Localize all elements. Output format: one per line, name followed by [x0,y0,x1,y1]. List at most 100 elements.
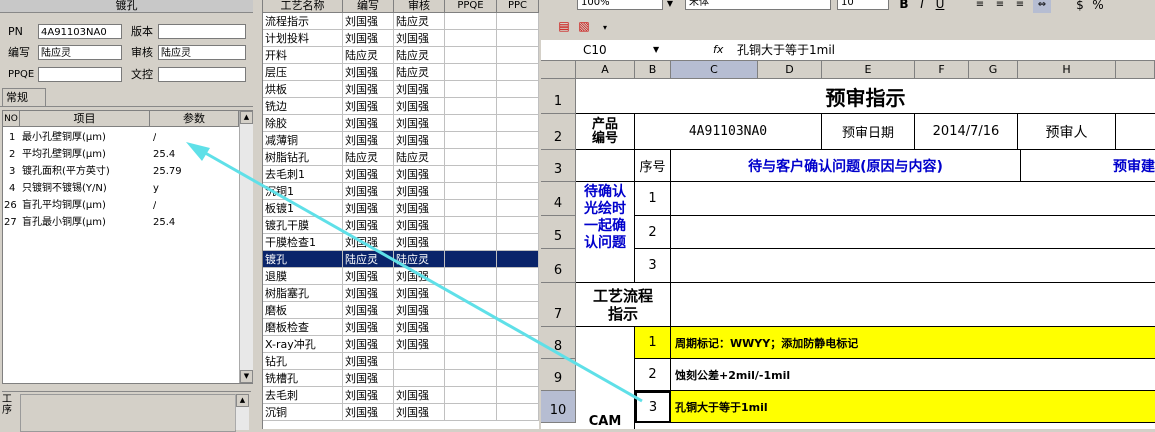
process-row[interactable]: 除胶 刘国强 刘国强 [263,115,539,132]
table-row[interactable]: 3 镀孔面积(平方英寸) 25.79 [3,163,239,180]
process-row[interactable]: 烘板 刘国强 刘国强 [263,81,539,98]
col-header-D[interactable]: D [758,61,822,79]
author-field[interactable]: 陆应灵 [38,45,122,60]
col-header-B[interactable]: B [635,61,671,79]
row-header-1[interactable]: 1 [541,79,576,114]
col-header-G[interactable]: G [969,61,1018,79]
font-select[interactable]: 宋体 [685,0,831,10]
process-row[interactable]: 开料 陆应灵 陆应灵 [263,47,539,64]
process-row[interactable]: 钻孔 刘国强 [263,353,539,370]
seq-3[interactable]: 3 [635,249,671,283]
row-header-6[interactable]: 6 [541,249,576,283]
seq-1[interactable]: 1 [635,182,671,216]
instruction-2-no[interactable]: 2 [635,359,671,391]
process-row[interactable]: 去毛刺1 刘国强 刘国强 [263,166,539,183]
row-header-5[interactable]: 5 [541,216,576,249]
currency-icon[interactable]: $ [1071,0,1089,13]
pn-field[interactable]: 4A91103NA0 [38,24,122,39]
sheet-title[interactable]: 预审指示 [576,79,1155,114]
align-center-icon[interactable]: ≡ [991,0,1009,13]
process-row[interactable]: 层压 刘国强 陆应灵 [263,64,539,81]
scroll-down-icon[interactable]: ▼ [240,370,253,383]
review-date-label[interactable]: 预审日期 [822,114,915,150]
instruction-1-text[interactable]: 周期标记：WWYY；添加防静电标记 [671,327,1155,359]
process-row[interactable]: 镀孔 陆应灵 陆应灵 [263,251,539,268]
process-row[interactable]: 铣边 刘国强 刘国强 [263,98,539,115]
name-box[interactable]: C10 ▼ [543,42,661,58]
seq-2[interactable]: 2 [635,216,671,249]
col-header-E[interactable]: E [822,61,915,79]
reviewer-value-cell[interactable] [1116,114,1155,150]
font-size-select[interactable]: 10 [837,0,889,10]
zoom-select[interactable]: 100% [577,0,663,10]
process-row[interactable]: 板镀1 刘国强 刘国强 [263,200,539,217]
col-header-next[interactable] [1116,61,1155,79]
col-header-A[interactable]: A [576,61,635,79]
process-row[interactable]: 树脂钻孔 陆应灵 陆应灵 [263,149,539,166]
col-header-reviewer[interactable]: 审核 [394,0,445,13]
instruction-3-no[interactable]: 3 [635,391,671,423]
flow-instructions-label[interactable]: 工艺流程 指示 [576,283,671,327]
reviewer-field[interactable]: 陆应灵 [158,45,246,60]
instruction-2-text[interactable]: 蚀刻公差+2mil/-1mil [671,359,1155,391]
table-row[interactable]: 4 只镀铜不镀锡(Y/N) y [3,180,239,197]
issue-1-cell[interactable] [671,182,1155,216]
pending-issues-label[interactable]: 待与客户确认问题(原因与内容) [671,150,1021,182]
process-row[interactable]: 沉铜1 刘国强 刘国强 [263,183,539,200]
process-row[interactable]: 干膜检查1 刘国强 刘国强 [263,234,539,251]
name-box-dropdown-icon[interactable]: ▼ [653,42,659,58]
product-no-value[interactable]: 4A91103NA0 [635,114,822,150]
align-right-icon[interactable]: ≡ [1011,0,1029,13]
underline-button[interactable]: U [931,0,949,12]
process-note-field[interactable] [20,394,236,432]
pdf-settings-icon[interactable]: ▧ [575,18,593,34]
doc-control-field[interactable] [158,67,246,82]
row-header-3[interactable]: 3 [541,150,576,182]
bold-button[interactable]: B [895,0,913,12]
table-row[interactable]: 27 盲孔最小铜厚(μm) 25.4 [3,214,239,231]
reviewer-label-cell[interactable]: 预审人 [1018,114,1116,150]
italic-button[interactable]: I [913,0,931,12]
process-row[interactable]: 镀孔干膜 刘国强 刘国强 [263,217,539,234]
align-left-icon[interactable]: ≡ [971,0,989,13]
zoom-dropdown-icon[interactable]: ▼ [661,0,679,12]
pre-review-label[interactable]: 预审建 [1021,150,1155,182]
percent-button[interactable]: % [1089,0,1107,13]
row-header-10[interactable]: 10 [541,391,576,423]
col-header-H[interactable]: H [1018,61,1116,79]
process-row[interactable]: 磨板检查 刘国强 刘国强 [263,319,539,336]
col-header-ppc[interactable]: PPC [497,0,539,13]
pdf-icon[interactable]: ▤ [555,18,573,34]
process-row[interactable]: 计划投料 刘国强 刘国强 [263,30,539,47]
confirm-issues-label[interactable]: 待确认 光绘时 一起确 认问题 [576,182,635,283]
scroll-up-icon[interactable]: ▲ [236,394,249,407]
formula-input[interactable]: 孔铜大于等于1mil [737,42,835,58]
cell-A3[interactable] [576,150,635,182]
process-row[interactable]: 磨板 刘国强 刘国强 [263,302,539,319]
process-row[interactable]: 沉铜 刘国强 刘国强 [263,404,539,421]
issue-3-cell[interactable] [671,249,1155,283]
table-row[interactable]: 26 盲孔平均铜厚(μm) / [3,197,239,214]
row-header-7[interactable]: 7 [541,283,576,327]
process-row[interactable]: 树脂塞孔 刘国强 刘国强 [263,285,539,302]
row-header-4[interactable]: 4 [541,182,576,216]
table-row[interactable]: 2 平均孔壁铜厚(μm) 25.4 [3,146,239,163]
cam-label[interactable]: CAM [576,327,635,429]
col-header-no[interactable]: NO [3,111,20,127]
process-row[interactable]: 退膜 刘国强 刘国强 [263,268,539,285]
version-field[interactable] [158,24,246,39]
table-row[interactable]: 1 最小孔壁铜厚(μm) / [3,129,239,146]
col-header-F[interactable]: F [915,61,969,79]
col-header-param[interactable]: 参数 [150,111,239,127]
process-note-scrollbar[interactable]: ▲ [235,394,249,430]
process-row[interactable]: 铣槽孔 刘国强 [263,370,539,387]
seq-label[interactable]: 序号 [635,150,671,182]
flow-instructions-cell[interactable] [671,283,1155,327]
col-header-item[interactable]: 项目 [20,111,150,127]
merge-center-icon[interactable]: ⇔ [1033,0,1051,13]
col-header-C[interactable]: C [671,61,758,79]
process-row[interactable]: 去毛刺 刘国强 刘国强 [263,387,539,404]
row-header-9[interactable]: 9 [541,359,576,391]
param-grid-scrollbar[interactable]: ▲ ▼ [239,111,253,383]
instruction-1-no[interactable]: 1 [635,327,671,359]
